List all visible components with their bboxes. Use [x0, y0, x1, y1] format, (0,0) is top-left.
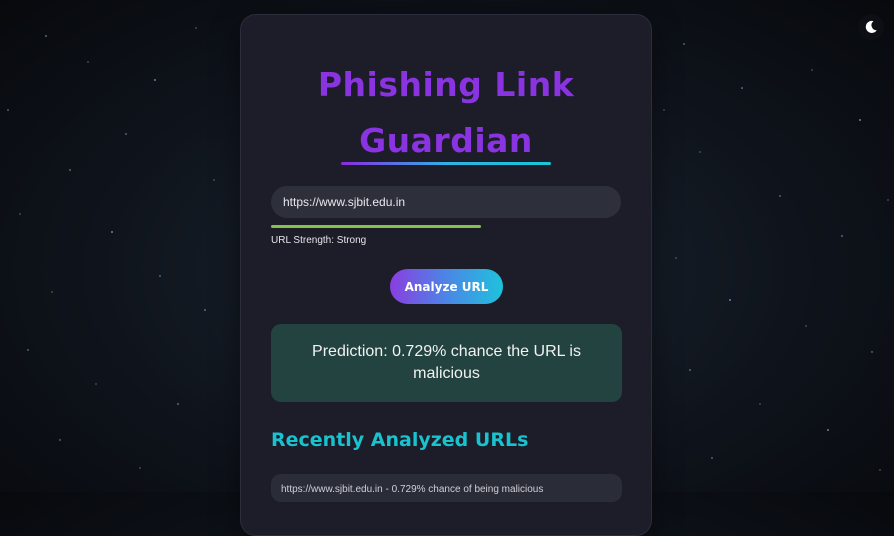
prediction-result-box: Prediction: 0.729% chance the URL is mal… — [271, 324, 622, 402]
recent-urls-list: https://www.sjbit.edu.in - 0.729% chance… — [271, 474, 622, 502]
title-underline — [341, 162, 551, 165]
recent-urls-heading: Recently Analyzed URLs — [271, 429, 529, 451]
main-card: Phishing Link Guardian URL Strength: Str… — [240, 14, 652, 536]
url-strength-bar — [271, 225, 621, 228]
moon-icon — [865, 20, 877, 33]
url-strength-label: URL Strength: Strong — [271, 235, 367, 246]
url-input[interactable] — [271, 186, 621, 218]
prediction-result-text: Prediction: 0.729% chance the URL is mal… — [312, 343, 581, 382]
url-strength-bar-fill — [271, 225, 481, 228]
analyze-url-button[interactable]: Analyze URL — [390, 269, 503, 304]
recent-url-item[interactable]: https://www.sjbit.edu.in - 0.729% chance… — [271, 474, 622, 502]
page-title: Phishing Link Guardian — [317, 65, 575, 160]
theme-toggle-button[interactable] — [858, 14, 884, 40]
